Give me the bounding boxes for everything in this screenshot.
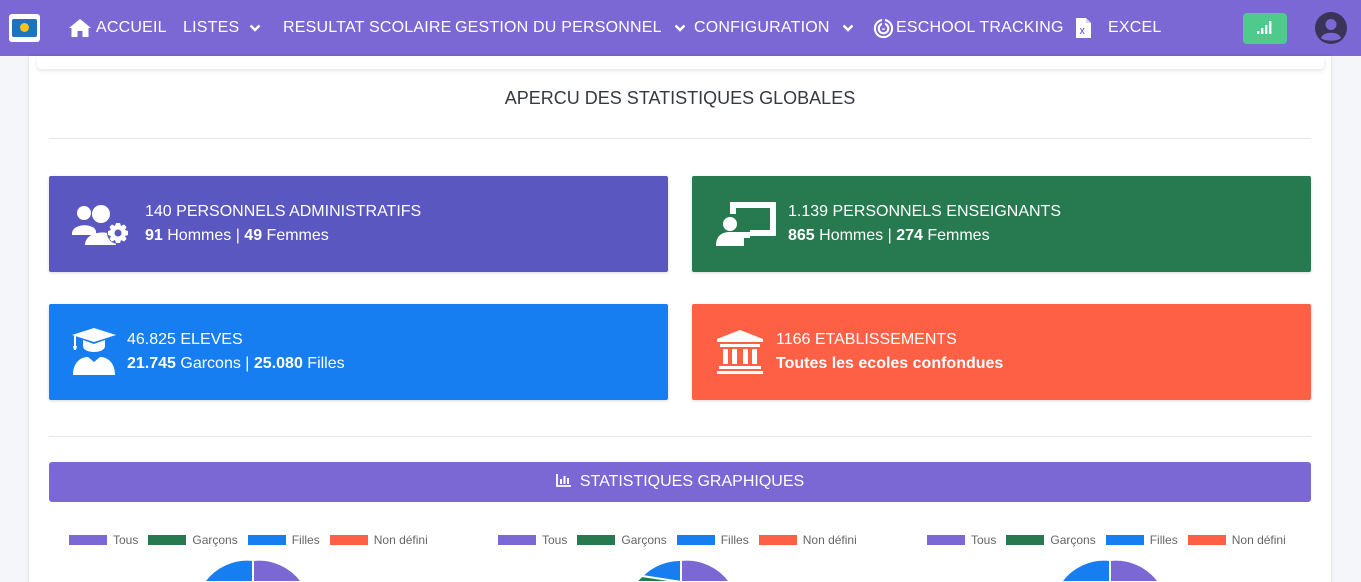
stat-students-card: 46.825 ELEVES 21.745 Garcons | 25.080 Fi… [49, 304, 668, 400]
nav-config[interactable]: CONFIGURATION [694, 0, 854, 56]
legend-item[interactable]: Filles [676, 533, 749, 547]
chart-legend-3: Tous Garçons Filles Non défini [927, 533, 1296, 547]
stat-schools-subtitle: Toutes les ecoles confondues [776, 355, 1004, 372]
stat-teachers-men: 865 [788, 227, 815, 244]
stat-schools-card: 1166 ETABLISSEMENTS Toutes les ecoles co… [692, 304, 1311, 400]
page-title: APERCU DES STATISTIQUES GLOBALES [504, 88, 856, 108]
stat-teachers-card: 1.139 PERSONNELS ENSEIGNANTS 865 Hommes … [692, 176, 1311, 272]
graphs-header-label: STATISTIQUES GRAPHIQUES [579, 473, 805, 490]
top-navbar: ACCUEIL LISTES RESULTAT SCOLAIRE GESTION… [0, 0, 1361, 56]
stat-admin-men: 91 [145, 227, 163, 244]
stat-admin-title: 140 PERSONNELS ADMINISTRATIFS [145, 203, 422, 220]
graduate-icon [71, 328, 117, 381]
stat-students-girls: 25.080 [253, 355, 303, 372]
bar-chart-icon [555, 473, 580, 492]
graphs-header: STATISTIQUES GRAPHIQUES [49, 462, 1311, 502]
legend-item[interactable]: Garçons [1006, 533, 1096, 547]
user-circle-icon[interactable] [1315, 12, 1347, 44]
divider [49, 436, 1311, 437]
legend-item[interactable]: Non défini [1187, 533, 1286, 547]
nav-results[interactable]: RESULTAT SCOLAIRE [283, 0, 451, 56]
users-cog-icon [72, 203, 134, 252]
signal-icon [1256, 19, 1274, 38]
stat-admin-men-label: Hommes | [162, 227, 245, 244]
stat-students-boys: 21.745 [127, 355, 176, 372]
excel-file-icon: X [1075, 17, 1092, 39]
chart-legend-1: Tous Garçons Filles Non défini [69, 533, 438, 547]
nav-staff-label: GESTION DU PERSONNEL [455, 19, 662, 36]
chart-legend-2: Tous Garçons Filles Non défini [498, 533, 867, 547]
stat-teachers-men-label: Hommes | [814, 227, 897, 244]
stat-teachers-women: 274 [896, 227, 923, 244]
legend-item[interactable]: Non défini [758, 533, 857, 547]
top-strip [37, 56, 1324, 69]
pie-chart-1[interactable] [198, 558, 308, 582]
home-icon [68, 18, 92, 38]
divider [49, 138, 1311, 139]
nav-lists-label: LISTES [183, 19, 240, 36]
stat-students-girls-label: Filles [302, 355, 345, 372]
nav-tracking-label: ESCHOOL TRACKING [896, 19, 1064, 36]
signal-button[interactable] [1243, 13, 1287, 44]
chevron-down-icon [249, 24, 261, 32]
legend-item[interactable]: Tous [69, 533, 138, 547]
nav-home-label: ACCUEIL [96, 19, 167, 36]
pie-chart-2[interactable] [626, 558, 736, 582]
stat-admin-card: 140 PERSONNELS ADMINISTRATIFS 91 Hommes … [49, 176, 668, 272]
stat-admin-breakdown: 91 Hommes | 49 Femmes [145, 227, 329, 245]
nav-excel[interactable]: X EXCEL [1075, 0, 1161, 56]
legend-item[interactable]: Tous [498, 533, 567, 547]
legend-item[interactable]: Filles [1105, 533, 1178, 547]
nav-lists[interactable]: LISTES [183, 0, 261, 56]
nav-results-label: RESULTAT SCOLAIRE [283, 19, 452, 36]
app-logo[interactable] [9, 14, 40, 42]
stat-students-boys-label: Garcons | [175, 355, 254, 372]
svg-text:X: X [1080, 27, 1086, 36]
legend-item[interactable]: Non défini [329, 533, 428, 547]
legend-item[interactable]: Garçons [577, 533, 667, 547]
nav-home[interactable]: ACCUEIL [68, 0, 167, 56]
legend-item[interactable]: Garçons [148, 533, 238, 547]
stat-teachers-breakdown: 865 Hommes | 274 Femmes [788, 227, 990, 245]
stat-teachers-title: 1.139 PERSONNELS ENSEIGNANTS [788, 203, 1061, 220]
legend-item[interactable]: Filles [247, 533, 320, 547]
stat-teachers-women-label: Femmes [922, 227, 990, 244]
chevron-down-icon [842, 24, 854, 32]
stat-schools-title: 1166 ETABLISSEMENTS [776, 331, 957, 348]
stat-students-title: 46.825 ELEVES [127, 331, 243, 348]
nav-tracking[interactable]: ESCHOOL TRACKING [873, 0, 1064, 56]
pie-chart-3[interactable] [1055, 558, 1165, 582]
nav-staff[interactable]: GESTION DU PERSONNEL [455, 0, 686, 56]
legend-item[interactable]: Tous [927, 533, 996, 547]
chalkboard-teacher-icon [716, 200, 778, 253]
chevron-down-icon [674, 24, 686, 32]
stat-admin-women: 49 [244, 227, 263, 244]
nav-config-label: CONFIGURATION [694, 19, 830, 36]
institution-icon [716, 330, 764, 379]
radar-icon [873, 18, 894, 39]
stat-admin-women-label: Femmes [262, 227, 329, 244]
nav-excel-label: EXCEL [1108, 19, 1162, 36]
stat-students-breakdown: 21.745 Garcons | 25.080 Filles [127, 355, 345, 373]
